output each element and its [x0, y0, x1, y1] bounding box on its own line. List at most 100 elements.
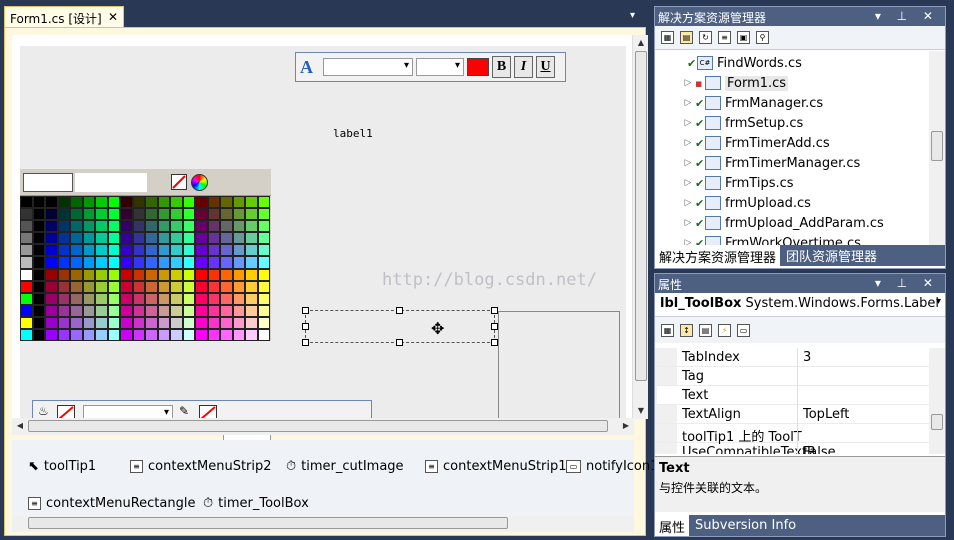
- palette-swatch[interactable]: [20, 220, 33, 233]
- palette-swatch[interactable]: [182, 329, 195, 342]
- palette-swatch[interactable]: [70, 316, 83, 330]
- palette-swatch[interactable]: [20, 196, 33, 209]
- palette-swatch[interactable]: [95, 268, 108, 281]
- palette-swatch[interactable]: [82, 256, 95, 269]
- palette-swatch[interactable]: [245, 232, 258, 245]
- palette-swatch[interactable]: [45, 208, 58, 221]
- palette-swatch[interactable]: [157, 244, 170, 257]
- tray-item[interactable]: ≡ contextMenuStrip1: [425, 459, 567, 474]
- palette-swatch[interactable]: [245, 316, 258, 330]
- tray-item[interactable]: ⏱ timer_cutImage: [286, 459, 404, 474]
- palette-swatch[interactable]: [132, 329, 145, 342]
- palette-swatch[interactable]: [170, 244, 183, 257]
- palette-swatch[interactable]: [157, 268, 170, 281]
- palette-swatch[interactable]: [120, 256, 133, 269]
- palette-swatch[interactable]: [220, 232, 233, 245]
- scroll-down-icon[interactable]: ▼: [633, 403, 649, 419]
- palette-swatch[interactable]: [45, 244, 58, 257]
- palette-swatch[interactable]: [157, 196, 170, 209]
- palette-swatch[interactable]: [107, 196, 120, 209]
- palette-swatch[interactable]: [95, 316, 108, 330]
- palette-swatch[interactable]: [95, 329, 108, 342]
- palette-swatch[interactable]: [195, 268, 208, 281]
- no-color-icon[interactable]: [171, 174, 187, 190]
- palette-swatch[interactable]: [120, 232, 133, 245]
- palette-swatch[interactable]: [157, 208, 170, 221]
- palette-swatch[interactable]: [45, 316, 58, 330]
- properties-vscroll[interactable]: [929, 348, 945, 454]
- property-row[interactable]: TextAlign TopLeft: [657, 405, 929, 424]
- selected-label-toolbox[interactable]: ✥: [302, 307, 498, 346]
- palette-swatch[interactable]: [195, 244, 208, 257]
- palette-swatch[interactable]: [70, 280, 83, 293]
- palette-swatch[interactable]: [107, 208, 120, 221]
- palette-swatch[interactable]: [82, 316, 95, 330]
- palette-swatch[interactable]: [132, 316, 145, 330]
- palette-swatch[interactable]: [157, 256, 170, 269]
- palette-swatch[interactable]: [232, 316, 245, 330]
- designer-hscroll[interactable]: ◀ ▶: [12, 418, 634, 435]
- palette-swatch[interactable]: [232, 244, 245, 257]
- palette-swatch[interactable]: [170, 268, 183, 281]
- palette-swatch[interactable]: [70, 304, 83, 317]
- palette-swatch[interactable]: [82, 208, 95, 221]
- palette-grid[interactable]: [20, 196, 270, 342]
- palette-swatch[interactable]: [232, 292, 245, 305]
- palette-swatch[interactable]: [157, 232, 170, 245]
- palette-swatch[interactable]: [157, 329, 170, 342]
- palette-swatch[interactable]: [220, 208, 233, 221]
- palette-swatch[interactable]: [195, 292, 208, 305]
- property-row[interactable]: Tag: [657, 367, 929, 386]
- palette-swatch[interactable]: [157, 304, 170, 317]
- palette-swatch[interactable]: [20, 329, 33, 342]
- palette-swatch[interactable]: [120, 304, 133, 317]
- palette-swatch[interactable]: [195, 220, 208, 233]
- palette-swatch[interactable]: [145, 304, 158, 317]
- vscroll-thumb[interactable]: [635, 51, 647, 381]
- palette-swatch[interactable]: [57, 280, 70, 293]
- tree-item[interactable]: ▷ ✔ FrmTimerAdd.cs: [655, 133, 929, 153]
- palette-swatch[interactable]: [207, 232, 220, 245]
- palette-swatch[interactable]: [57, 316, 70, 330]
- properties-icon[interactable]: ▤: [699, 323, 712, 337]
- palette-swatch[interactable]: [245, 244, 258, 257]
- palette-swatch[interactable]: [195, 304, 208, 317]
- palette-swatch[interactable]: [57, 304, 70, 317]
- scroll-up-icon[interactable]: ▲: [633, 35, 649, 51]
- font-color-button[interactable]: [467, 58, 489, 76]
- palette-swatch[interactable]: [170, 304, 183, 317]
- tree-item[interactable]: ✔ C# FindWords.cs: [655, 53, 929, 73]
- palette-swatch[interactable]: [207, 280, 220, 293]
- palette-swatch[interactable]: [232, 232, 245, 245]
- palette-swatch[interactable]: [220, 304, 233, 317]
- palette-swatch[interactable]: [245, 196, 258, 209]
- palette-swatch[interactable]: [132, 220, 145, 233]
- palette-swatch[interactable]: [70, 244, 83, 257]
- palette-swatch[interactable]: [20, 244, 33, 257]
- palette-swatch[interactable]: [157, 316, 170, 330]
- palette-swatch[interactable]: [32, 244, 45, 257]
- solution-vscroll-thumb[interactable]: [931, 131, 943, 161]
- move-handle-icon[interactable]: ✥: [431, 319, 444, 338]
- palette-swatch[interactable]: [95, 304, 108, 317]
- property-pages-icon[interactable]: ▭: [737, 323, 750, 337]
- palette-swatch[interactable]: [207, 256, 220, 269]
- color-palette[interactable]: [20, 169, 271, 342]
- palette-swatch[interactable]: [170, 232, 183, 245]
- palette-swatch[interactable]: [145, 256, 158, 269]
- palette-swatch[interactable]: [107, 280, 120, 293]
- palette-swatch[interactable]: [182, 292, 195, 305]
- palette-swatch[interactable]: [132, 232, 145, 245]
- categorized-icon[interactable]: ▦: [661, 323, 674, 337]
- designer-vscroll[interactable]: ▲ ▼: [632, 35, 648, 419]
- palette-swatch[interactable]: [145, 232, 158, 245]
- palette-swatch[interactable]: [32, 268, 45, 281]
- show-all-files-icon[interactable]: ▤: [680, 31, 693, 44]
- palette-swatch[interactable]: [257, 304, 270, 317]
- palette-swatch[interactable]: [220, 244, 233, 257]
- palette-swatch[interactable]: [195, 316, 208, 330]
- palette-swatch[interactable]: [232, 268, 245, 281]
- palette-swatch[interactable]: [245, 220, 258, 233]
- palette-swatch[interactable]: [145, 268, 158, 281]
- palette-swatch[interactable]: [95, 292, 108, 305]
